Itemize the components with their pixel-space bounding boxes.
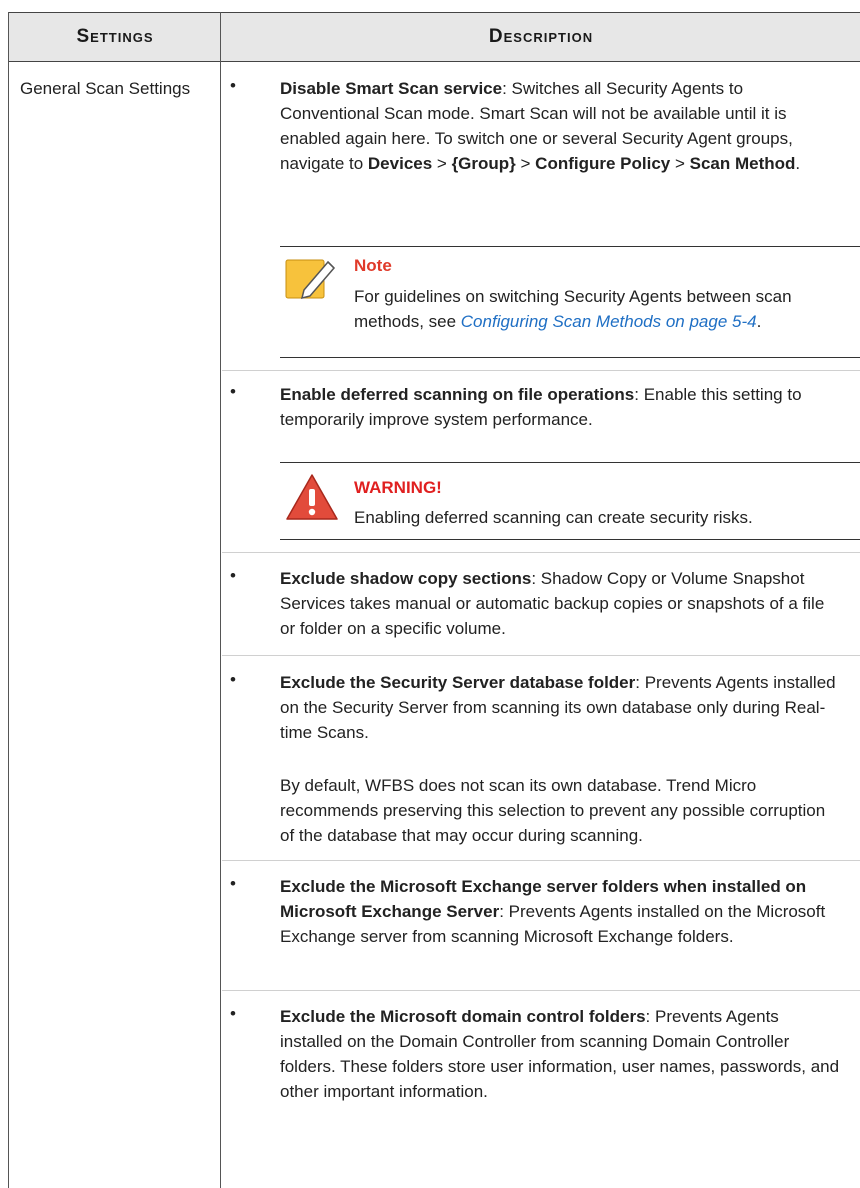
bullet: • [230,76,236,95]
warning-icon [286,474,338,520]
list-item-disable-smart-scan: Disable Smart Scan service: Switches all… [280,76,842,176]
list-item-domain-control: Exclude the Microsoft domain control fol… [280,1004,842,1104]
warning-bottom-rule [280,539,860,540]
note-text: For guidelines on switching Security Age… [354,284,846,334]
column-divider [220,12,221,1188]
bullet: • [230,670,236,689]
note-title: Note [354,256,392,275]
warning-top-rule [280,462,860,463]
item-text-end: . [795,154,801,173]
row-separator [222,655,860,656]
nav-separator: > [515,154,536,173]
nav-group: {Group} [451,154,516,173]
row-separator [222,860,860,861]
setting-name: General Scan Settings [20,79,191,98]
list-item-shadow-copy: Exclude shadow copy sections: Shadow Cop… [280,566,842,641]
nav-devices: Devices [367,154,433,173]
note-top-rule [280,246,860,247]
row-separator [222,990,860,991]
nav-configure-policy: Configure Policy [535,154,671,173]
bullet: • [230,874,236,893]
note-end: . [756,312,762,331]
row-separator [222,370,860,371]
nav-scan-method: Scan Method [689,154,796,173]
note-link[interactable]: Configuring Scan Methods on page 5-4 [461,312,757,331]
row-separator [222,552,860,553]
item-title: Exclude shadow copy sections [280,569,532,588]
bullet: • [230,566,236,585]
bullet: • [230,382,236,401]
header-settings: Settings [76,26,154,47]
header-description: Description [488,26,594,47]
nav-separator: > [670,154,690,173]
table-header: Settings Description [9,12,860,62]
warning-title: WARNING! [354,478,442,497]
item-paragraph: By default, WFBS does not scan its own d… [280,776,826,845]
note-bottom-rule [280,357,860,358]
item-title: Exclude the Security Server database fol… [280,673,636,692]
note-pencil-icon [285,259,336,300]
list-item-exchange-folders: Exclude the Microsoft Exchange server fo… [280,874,842,949]
warning-text: Enabling deferred scanning can create se… [354,508,753,527]
item-title: Disable Smart Scan service [280,79,503,98]
item-title: Enable deferred scanning on file operati… [280,385,635,404]
list-item-security-server-db: Exclude the Security Server database fol… [280,670,842,745]
bullet: • [230,1004,236,1023]
nav-separator: > [432,154,452,173]
list-item-deferred-scanning: Enable deferred scanning on file operati… [280,382,842,432]
item-title: Exclude the Microsoft domain control fol… [280,1007,646,1026]
